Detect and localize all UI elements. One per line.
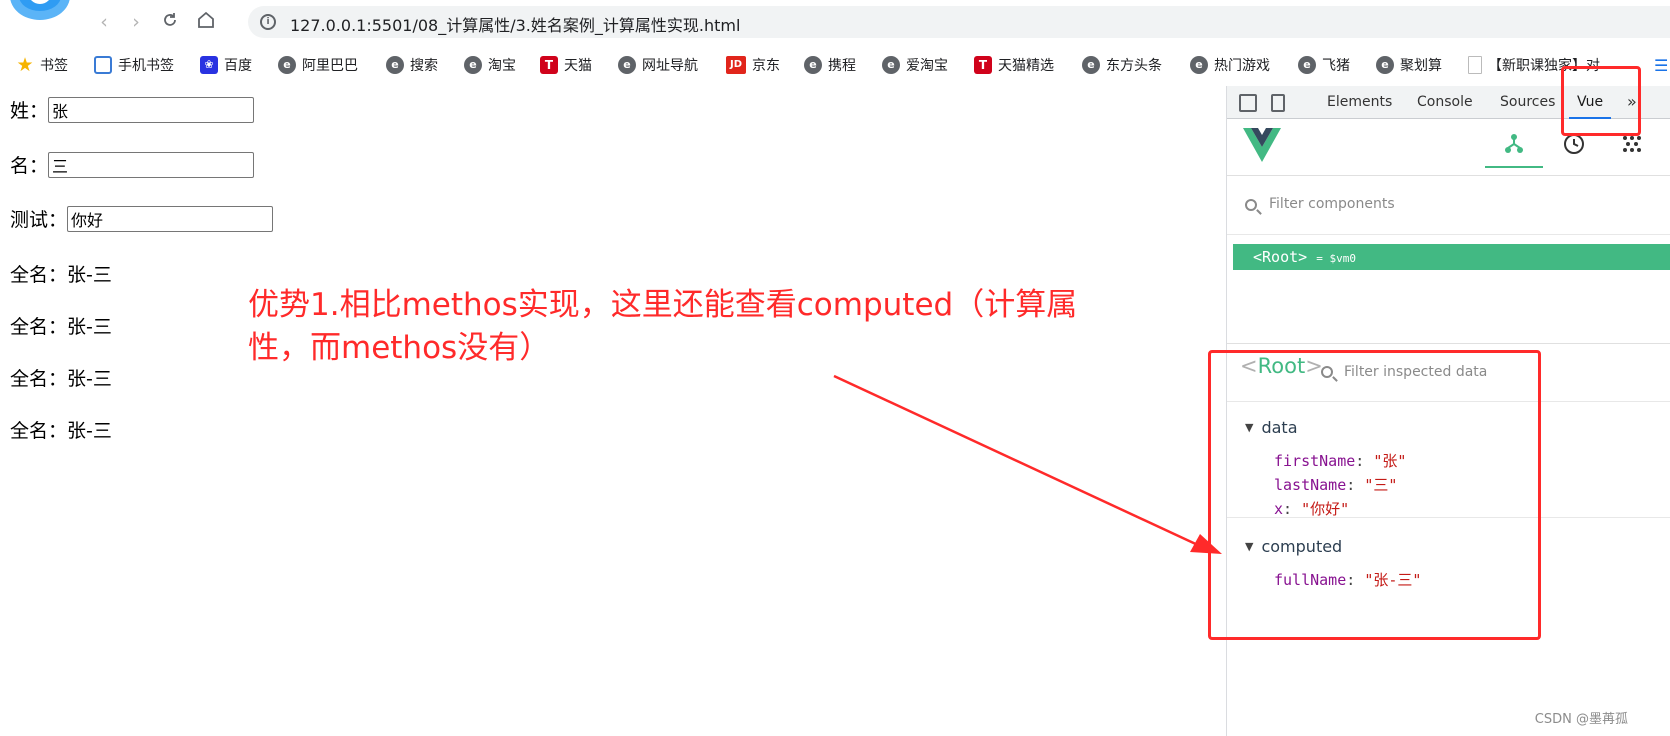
annotation-arrow	[833, 374, 1222, 554]
watermark-text: CSDN @墨苒孤	[1534, 712, 1628, 727]
